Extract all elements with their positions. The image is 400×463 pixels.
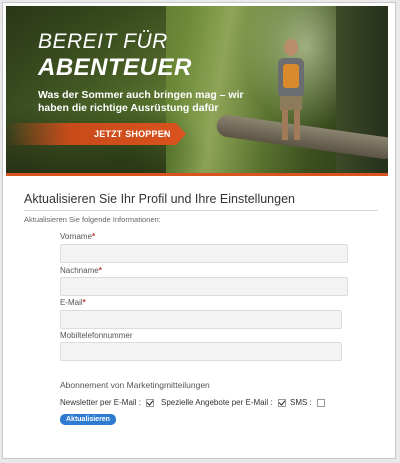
banner-hiker-leg [294,110,300,140]
required-marker: * [98,266,102,275]
email-label: E-Mail* [60,298,86,307]
form-divider [24,210,378,211]
sms-label: SMS : [290,398,312,407]
banner-hiker-backpack [283,64,299,88]
last-name-label: Nachname* [60,266,102,275]
banner-headline-line2: ABENTEUER [38,54,192,81]
email-label-text: E-Mail [60,298,83,307]
last-name-label-text: Nachname [60,266,99,275]
hero-banner[interactable]: BEREIT FÜR ABENTEUER Was der Sommer auch… [6,6,388,176]
arrow-right-icon: → [158,126,169,138]
banner-hiker-head [284,39,298,56]
form-intro: Aktualisieren Sie folgende Informationen… [24,215,161,224]
first-name-label-text: Vorname [60,232,93,241]
banner-headline-line1: BEREIT FÜR [38,30,168,53]
update-button[interactable]: Aktualisieren [60,414,116,425]
required-marker: * [82,298,86,307]
first-name-input[interactable] [60,244,348,263]
banner-subtext: Was der Sommer auch bringen mag – wir ha… [38,89,244,114]
newsletter-label: Newsletter per E-Mail : [60,398,141,407]
special-offers-option: Spezielle Angebote per E-Mail : [161,398,286,407]
banner-hiker-shorts [280,96,302,110]
banner-hiker-leg [282,110,288,140]
first-name-label: Vorname* [60,232,95,241]
required-marker: * [92,232,96,241]
mobile-label: Mobiltelefonnummer [60,331,133,340]
newsletter-option: Newsletter per E-Mail : [60,398,155,407]
subscriptions-title: Abonnement von Marketingmitteilungen [60,380,210,390]
mobile-phone-input[interactable] [60,342,342,361]
sms-checkbox[interactable] [317,398,326,407]
newsletter-checkbox[interactable] [146,398,155,407]
email-input[interactable] [60,310,342,329]
special-offers-label: Spezielle Angebote per E-Mail : [161,398,273,407]
shop-now-button[interactable]: JETZT SHOPPEN → [6,123,186,145]
form-title: Aktualisieren Sie Ihr Profil und Ihre Ei… [24,192,295,206]
last-name-input[interactable] [60,277,348,296]
special-offers-checkbox[interactable] [277,398,286,407]
sms-option: SMS : [290,398,326,407]
